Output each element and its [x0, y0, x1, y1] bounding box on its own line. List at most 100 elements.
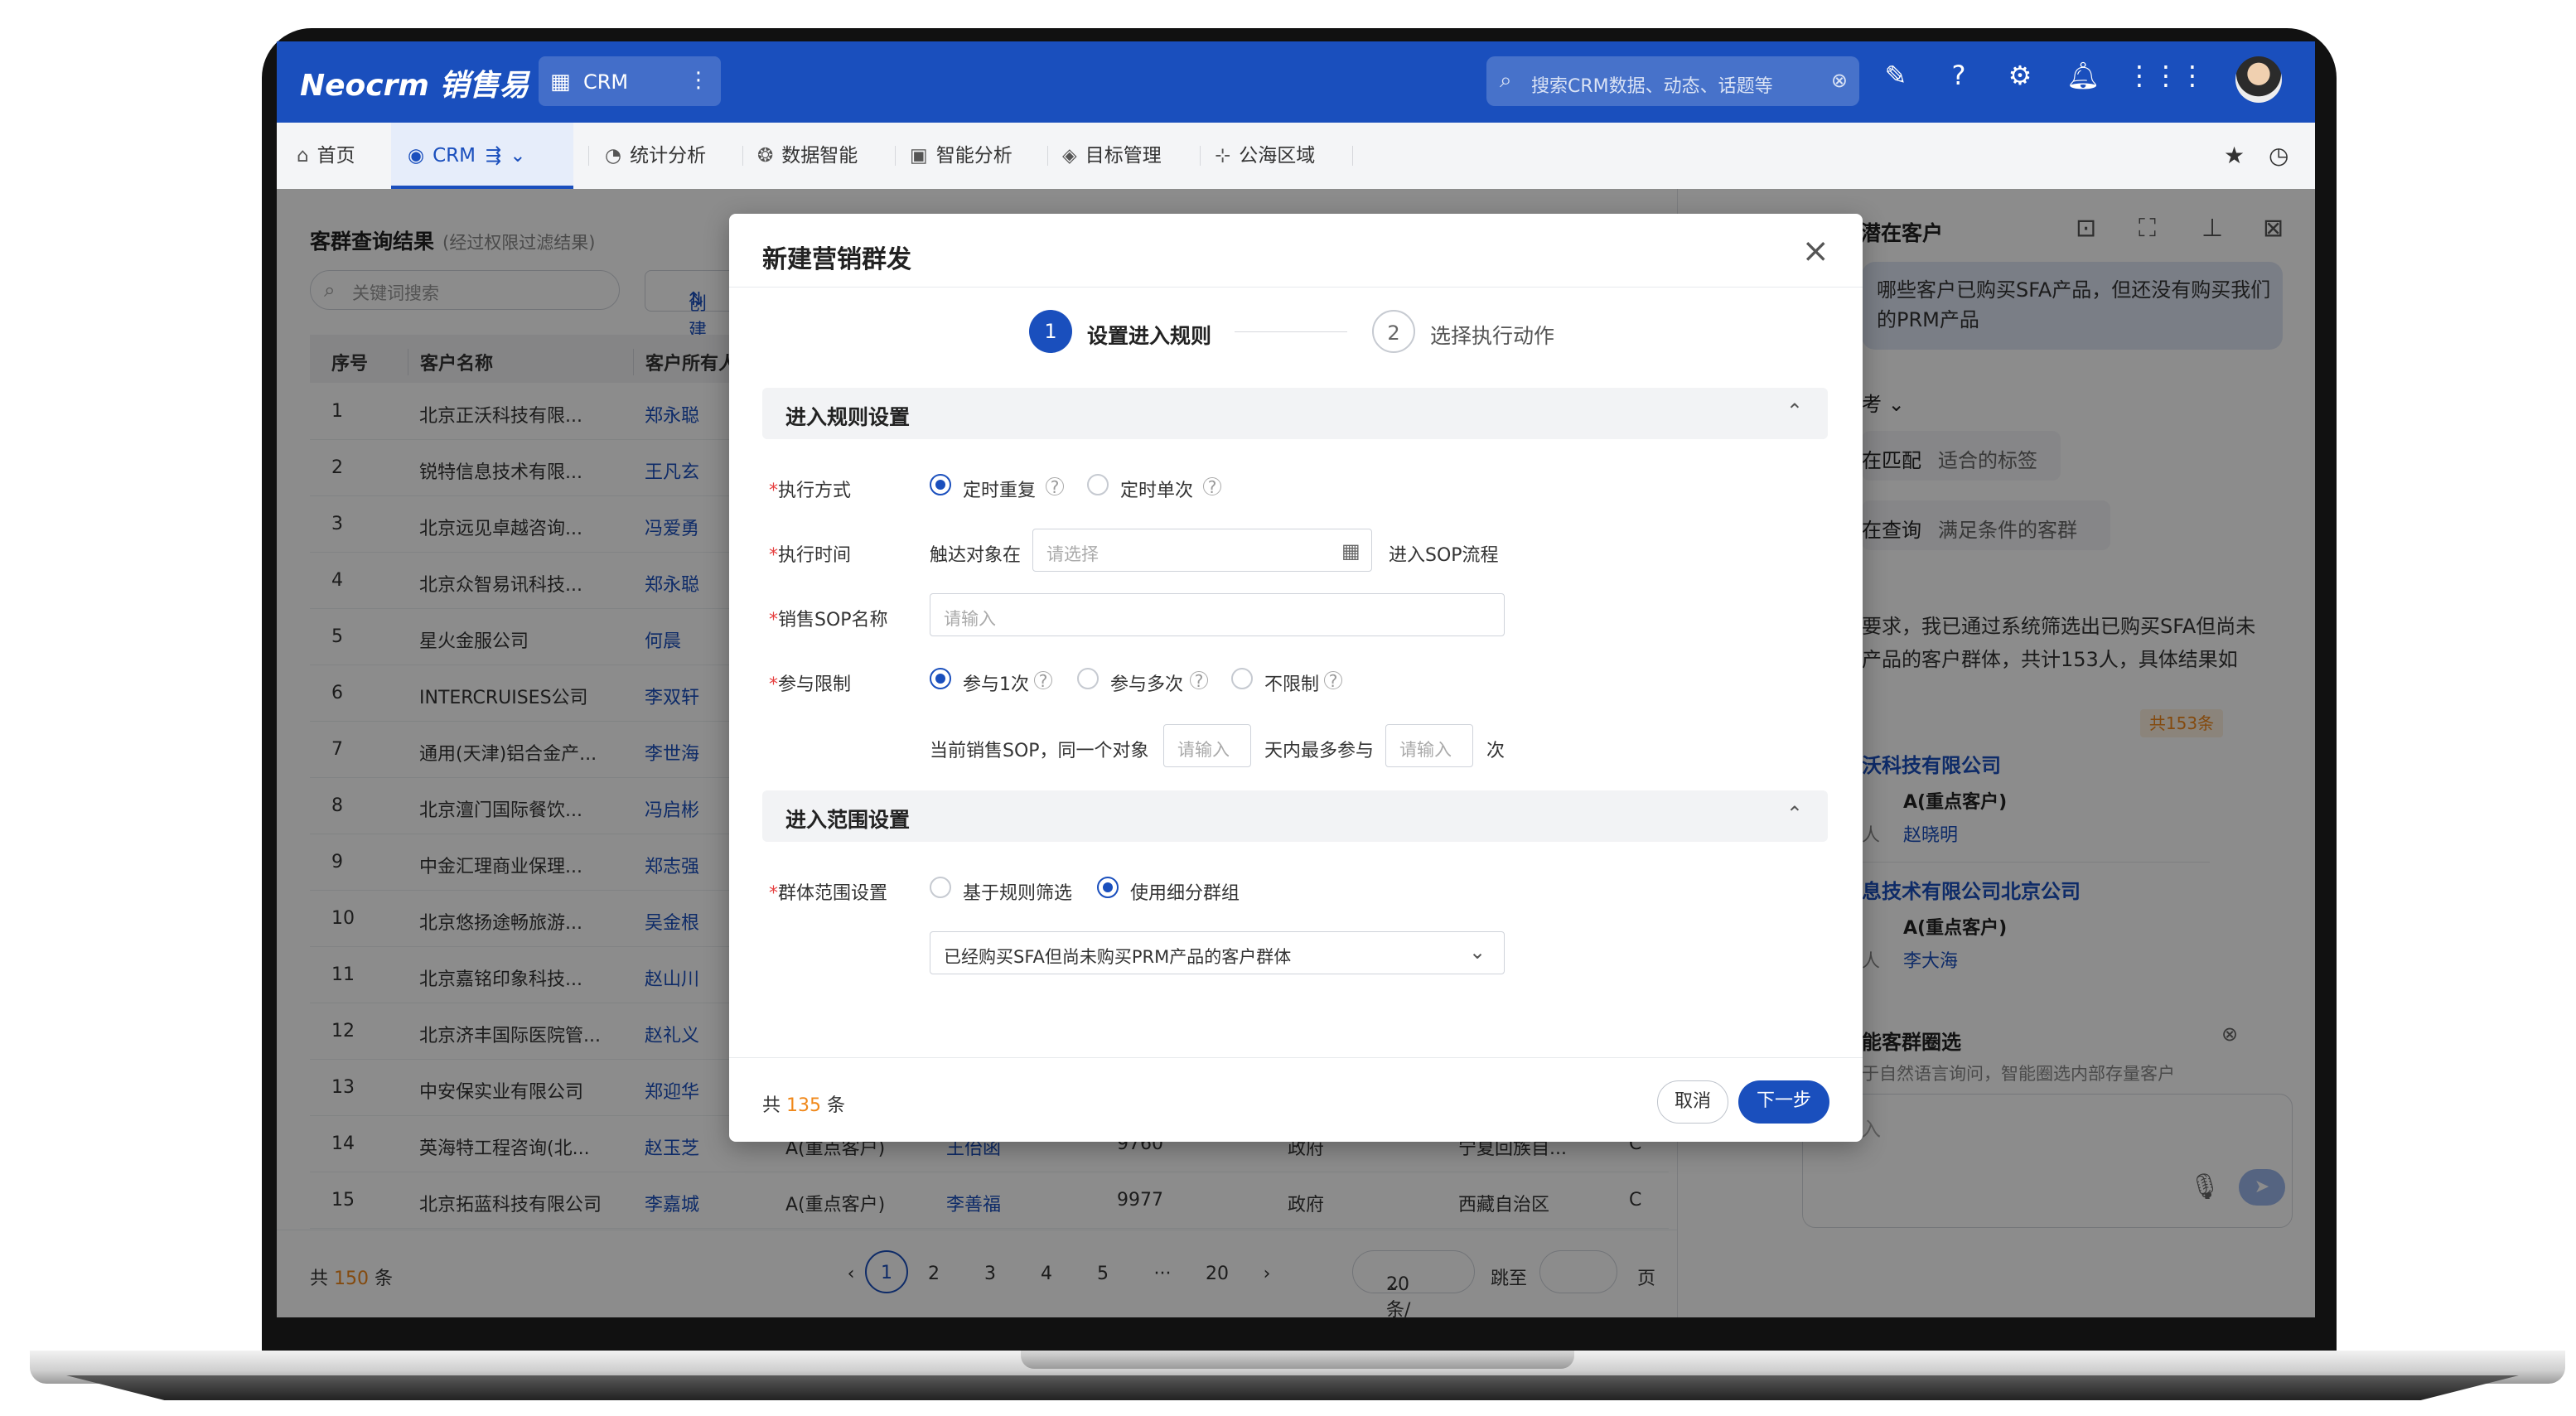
- radio-rule-filter[interactable]: [930, 877, 951, 898]
- nav-data-label: 数据智能: [781, 145, 858, 167]
- chevron-up-icon: ⌃: [1786, 399, 1803, 423]
- dialog-header-divider: [729, 287, 1863, 288]
- grid-icon: ▦: [550, 70, 571, 94]
- radio-segment-label: 使用细分群组: [1130, 883, 1240, 904]
- exec-time-label-text: 执行时间: [778, 545, 852, 566]
- radio-timed-repeat-label: 定时重复: [963, 481, 1037, 501]
- chevron-down-icon: ⌄: [510, 145, 526, 167]
- screen: Neocrm 销售易 ▦ CRM ⋮ ⌕ 搜索CRM数据、动态、话题等 ⊗ ✎ …: [277, 41, 2315, 1317]
- region-icon: ⊹: [1215, 145, 1231, 167]
- clear-icon[interactable]: ⊗: [1831, 69, 1848, 92]
- nav-region-label: 公海区域: [1239, 145, 1316, 167]
- dialog-footer-divider: [729, 1057, 1863, 1058]
- settings-icon[interactable]: ⚙: [2002, 60, 2038, 91]
- nav-analysis[interactable]: ▣ 智能分析: [910, 123, 1013, 189]
- nav-analysis-label: 智能分析: [935, 145, 1013, 167]
- exec-mode-label-text: 执行方式: [778, 481, 852, 501]
- radio-multiple[interactable]: [1077, 668, 1099, 689]
- main-nav: ⌂ 首页 ◉ CRM ⇶ ⌄ ◔ 统计分析 ❂ 数据智能 ▣ 智能分析 ◈ 目标管理 ⊹ 公海区域…: [277, 123, 2315, 190]
- sop-name-input[interactable]: 请输入: [930, 593, 1505, 636]
- radio-once[interactable]: [930, 668, 951, 689]
- sop-name-label-text: 销售SOP名称: [778, 610, 888, 631]
- radio-unlimited-label: 不限制: [1264, 674, 1320, 695]
- nav-crm-label: CRM: [433, 145, 476, 167]
- step-connector: [1235, 331, 1347, 332]
- section-scope[interactable]: 进入范围设置 ⌃: [762, 790, 1828, 842]
- sop-name-placeholder: 请输入: [944, 609, 996, 629]
- help-icon[interactable]: ?: [1203, 477, 1221, 496]
- nav-home-label: 首页: [317, 145, 355, 167]
- global-search[interactable]: ⌕ 搜索CRM数据、动态、话题等 ⊗: [1486, 56, 1859, 106]
- chevron-down-icon: ⌄: [1469, 940, 1486, 964]
- radio-unlimited[interactable]: [1231, 668, 1253, 689]
- date-picker[interactable]: 请选择 ▦: [1032, 529, 1372, 572]
- next-button[interactable]: 下一步: [1738, 1080, 1829, 1124]
- radio-once-label: 参与1次: [963, 674, 1029, 695]
- radio-timed-once-label: 定时单次: [1120, 481, 1194, 501]
- limit-text-2: 天内最多参与: [1264, 741, 1375, 761]
- nav-target-label: 目标管理: [1085, 145, 1162, 167]
- help-icon[interactable]: ?: [1324, 671, 1342, 690]
- limit-times-input[interactable]: 请输入: [1385, 724, 1473, 767]
- help-icon[interactable]: ?: [1046, 477, 1064, 496]
- cancel-button[interactable]: 取消: [1657, 1080, 1728, 1124]
- analysis-icon: ▣: [910, 145, 928, 167]
- nav-stats-label: 统计分析: [630, 145, 707, 167]
- pie-chart-icon: ◔: [605, 145, 622, 167]
- nav-crm[interactable]: ◉ CRM ⇶ ⌄: [391, 123, 573, 189]
- footer-count-number: 135: [786, 1095, 822, 1116]
- nav-target[interactable]: ◈ 目标管理: [1062, 123, 1162, 189]
- new-campaign-dialog: 新建营销群发 × 1 设置进入规则 2 选择执行动作 进入规则设置 ⌃ *执行方式…: [729, 214, 1863, 1142]
- limit-label: *参与限制: [769, 674, 852, 695]
- nav-data[interactable]: ❂ 数据智能: [757, 123, 858, 189]
- footer-count: 共 135 条: [762, 1090, 845, 1117]
- step-1-label: 设置进入规则: [1087, 324, 1212, 348]
- help-icon[interactable]: ?: [1940, 60, 1977, 91]
- notes-icon[interactable]: ✎: [1878, 60, 1914, 91]
- nav-divider: [742, 146, 743, 166]
- filter-icon: ⇶: [485, 145, 502, 167]
- section-entry-rules-title: 进入规则设置: [785, 405, 911, 429]
- segment-select-value: 已经购买SFA但尚未购买PRM产品的客户群体: [944, 947, 1292, 967]
- radio-rule-filter-label: 基于规则筛选: [963, 883, 1073, 904]
- scope-label-text: 群体范围设置: [778, 883, 888, 904]
- footer-suffix: 条: [827, 1095, 846, 1116]
- home-icon: ⌂: [297, 145, 309, 167]
- avatar[interactable]: [2235, 56, 2282, 103]
- exec-time-label: *执行时间: [769, 545, 852, 566]
- app-switcher[interactable]: ▦ CRM ⋮: [539, 56, 721, 106]
- nav-home[interactable]: ⌂ 首页: [297, 123, 355, 189]
- nav-region[interactable]: ⊹ 公海区域: [1215, 123, 1315, 189]
- limit-text-1: 当前销售SOP，同一个对象: [930, 741, 1149, 761]
- step-1-number: 1: [1029, 310, 1072, 353]
- nav-stats[interactable]: ◔ 统计分析: [605, 123, 706, 189]
- radio-timed-repeat[interactable]: [930, 474, 951, 495]
- close-icon[interactable]: ×: [1801, 232, 1829, 270]
- dialog-title: 新建营销群发: [762, 245, 911, 274]
- help-icon[interactable]: ?: [1190, 671, 1208, 690]
- app-switcher-label: CRM: [583, 70, 629, 94]
- segment-select[interactable]: 已经购买SFA但尚未购买PRM产品的客户群体 ⌄: [930, 931, 1505, 974]
- radio-timed-once[interactable]: [1087, 474, 1109, 495]
- footer-prefix: 共: [762, 1095, 781, 1116]
- crm-icon: ◉: [408, 145, 425, 167]
- section-scope-title: 进入范围设置: [785, 808, 911, 832]
- step-2-number: 2: [1372, 310, 1415, 353]
- exec-mode-label: *执行方式: [769, 481, 852, 501]
- laptop-notch: [1021, 1351, 1574, 1369]
- calendar-icon: ▦: [1341, 539, 1360, 563]
- more-icon: ⋮: [688, 68, 709, 93]
- section-entry-rules[interactable]: 进入规则设置 ⌃: [762, 388, 1828, 439]
- global-search-placeholder: 搜索CRM数据、动态、话题等: [1531, 76, 1773, 97]
- laptop-base-shadow: [66, 1375, 2519, 1400]
- scope-label: *群体范围设置: [769, 883, 888, 904]
- bell-icon[interactable]: 🔔︎: [2065, 60, 2101, 91]
- search-icon: ⌕: [1500, 68, 1512, 93]
- radio-segment[interactable]: [1097, 877, 1119, 898]
- limit-days-input[interactable]: 请输入: [1163, 724, 1251, 767]
- radio-multiple-label: 参与多次: [1110, 674, 1184, 695]
- apps-icon[interactable]: ⋮⋮⋮: [2126, 60, 2206, 91]
- help-icon[interactable]: ?: [1034, 671, 1052, 690]
- history-icon[interactable]: ◷: [2269, 123, 2288, 189]
- star-icon[interactable]: ★: [2224, 123, 2245, 189]
